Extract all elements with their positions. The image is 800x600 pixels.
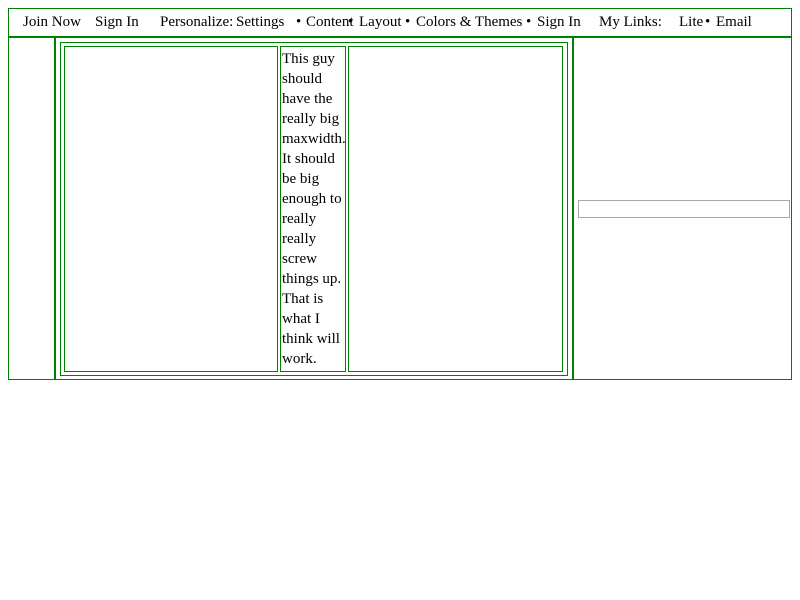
- join-now-link[interactable]: Join Now: [23, 14, 81, 31]
- content-table: This guy should have the really big maxw…: [60, 42, 568, 376]
- middle-cell-text: This guy should have the really big maxw…: [282, 51, 346, 367]
- table-cell-middle: This guy should have the really big maxw…: [280, 46, 346, 372]
- separator: •: [705, 14, 711, 30]
- personalize-settings-link[interactable]: Settings: [236, 14, 284, 31]
- separator: •: [296, 14, 302, 30]
- table-cell-right: [348, 46, 563, 372]
- separator: •: [348, 14, 354, 30]
- my-links-lite-link[interactable]: Lite: [679, 14, 703, 31]
- center-column: This guy should have the really big maxw…: [56, 38, 572, 379]
- separator: •: [526, 14, 532, 30]
- personalize-layout-link[interactable]: Layout: [359, 14, 402, 31]
- sign-in-link[interactable]: Sign In: [95, 14, 139, 31]
- my-links-email-link[interactable]: Email: [716, 14, 752, 31]
- left-column: [9, 38, 56, 379]
- personalize-content-link[interactable]: Content: [306, 14, 354, 31]
- my-links-label: My Links:: [599, 14, 662, 30]
- right-column: [572, 38, 793, 379]
- text-input[interactable]: [578, 200, 790, 218]
- personalize-sign-in-link[interactable]: Sign In: [537, 14, 581, 31]
- table-cell-left: [64, 46, 278, 372]
- page-frame: Join Now Sign In Personalize: Settings •…: [8, 8, 792, 380]
- personalize-label: Personalize:: [160, 14, 234, 30]
- separator: •: [405, 14, 411, 30]
- personalize-colors-themes-link[interactable]: Colors & Themes: [416, 14, 522, 31]
- top-nav-bar: Join Now Sign In Personalize: Settings •…: [9, 9, 791, 38]
